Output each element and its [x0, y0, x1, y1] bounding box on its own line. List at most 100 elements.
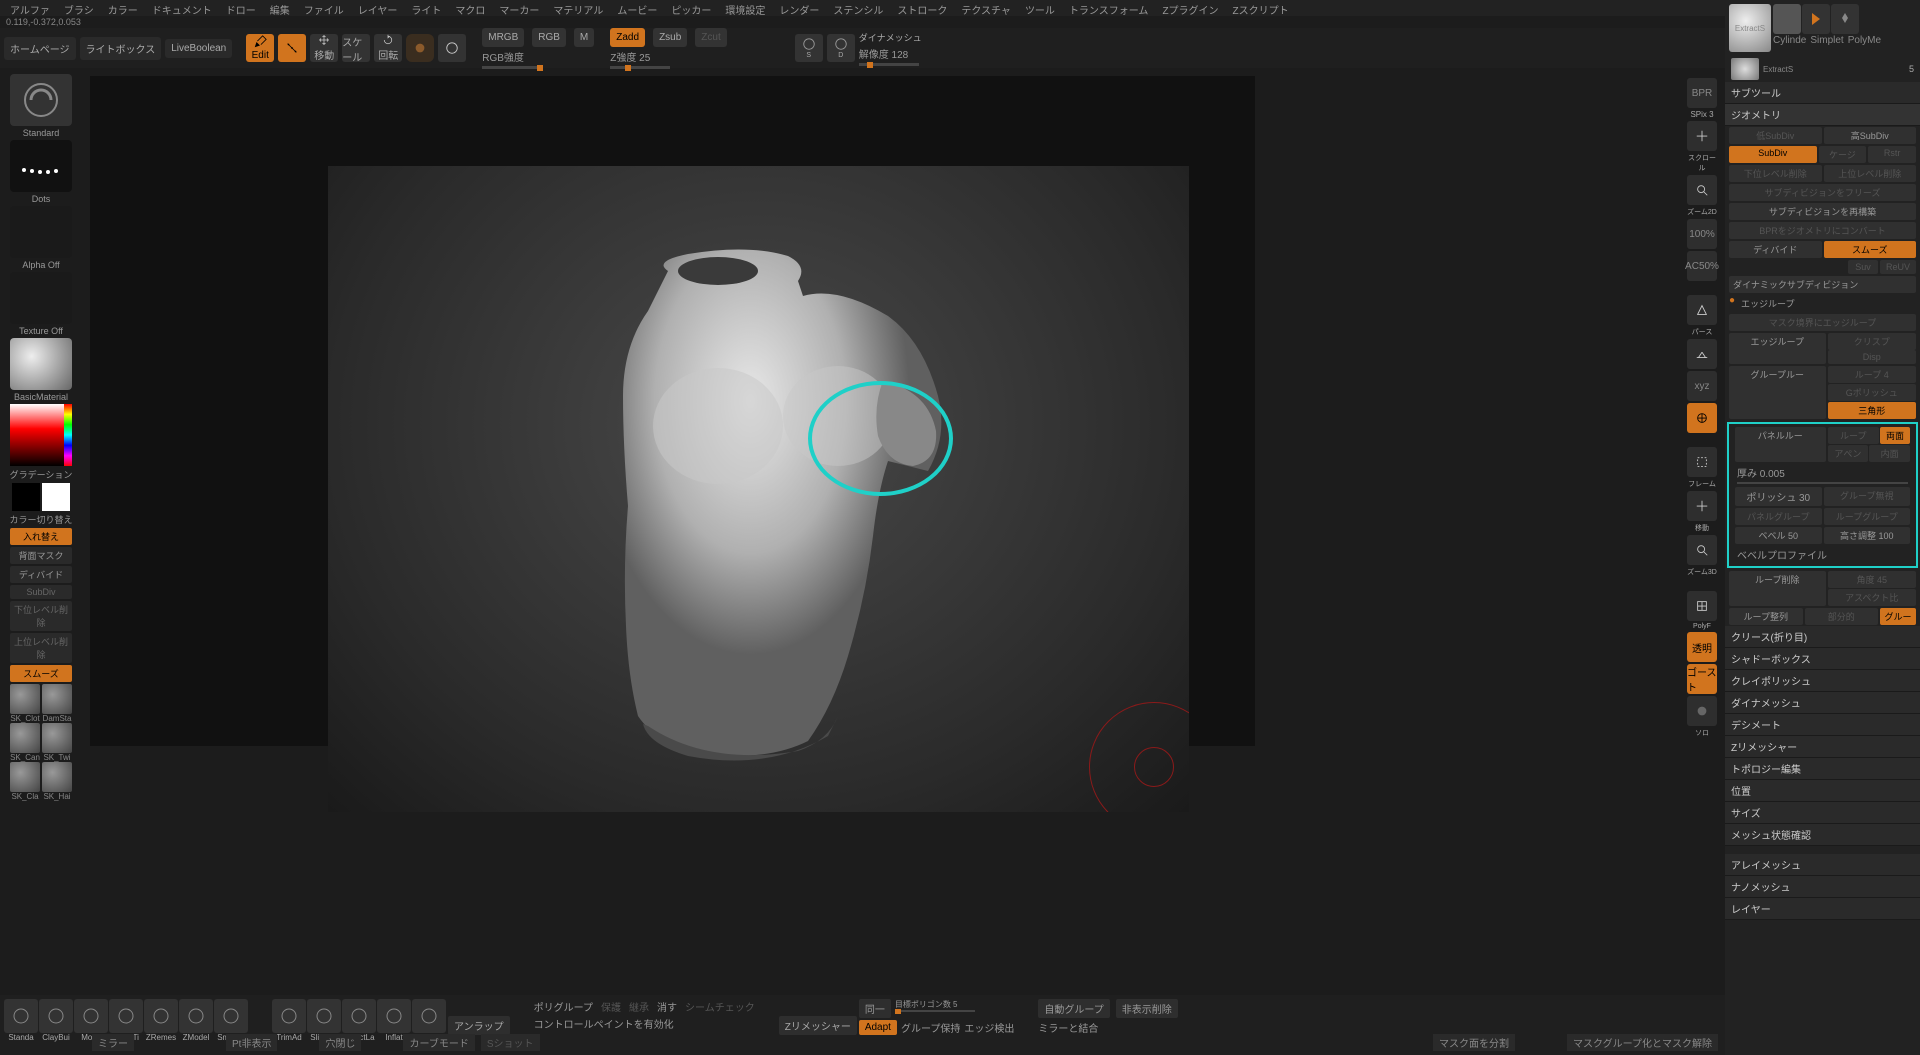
color-picker[interactable] — [10, 404, 72, 466]
rgb-button[interactable]: RGB — [532, 28, 566, 47]
menu-環境設定[interactable]: 環境設定 — [719, 2, 771, 14]
material-selector[interactable] — [10, 338, 72, 390]
position-section[interactable]: 位置 — [1725, 780, 1920, 802]
edgeloop-button[interactable]: エッジループ — [1729, 333, 1826, 364]
menu-ツール[interactable]: ツール — [1019, 2, 1061, 14]
tool-thumb-2[interactable] — [1773, 4, 1801, 34]
edgeloop-section[interactable]: エッジループ — [1737, 295, 1916, 312]
solo-button[interactable] — [1687, 696, 1717, 726]
brush-Standa[interactable] — [4, 999, 38, 1033]
bevel-slider[interactable]: ベベル 50 — [1735, 527, 1822, 544]
elevation-slider[interactable]: 高さ調整 100 — [1824, 527, 1911, 544]
menu-ファイル[interactable]: ファイル — [298, 2, 350, 14]
resolution-slider[interactable]: 解像度 128 — [859, 46, 922, 66]
tool-thumb-3[interactable] — [1802, 4, 1830, 34]
del-upper-button[interactable]: 上位レベル削除 — [10, 633, 72, 663]
size-section[interactable]: サイズ — [1725, 802, 1920, 824]
frame-button[interactable] — [1687, 447, 1717, 477]
zoom3d-button[interactable] — [1687, 535, 1717, 565]
color-swatch-white[interactable] — [42, 483, 70, 511]
divide-geo-button[interactable]: ディバイド — [1729, 241, 1822, 258]
brush-preset[interactable] — [42, 684, 72, 714]
menu-ピッカー[interactable]: ピッカー — [665, 2, 717, 14]
menu-レンダー[interactable]: レンダー — [773, 2, 825, 14]
shadowbox-section[interactable]: シャドーボックス — [1725, 648, 1920, 670]
zcut-button[interactable]: Zcut — [695, 28, 726, 47]
rotate-mode-button[interactable]: 回転 — [374, 34, 402, 62]
brush-preset[interactable] — [10, 762, 40, 792]
floor-button[interactable] — [1687, 339, 1717, 369]
move3d-button[interactable] — [1687, 491, 1717, 521]
zremesher-section[interactable]: Zリメッシャー — [1725, 736, 1920, 758]
subdiv-slider[interactable]: SubDiv — [1729, 146, 1817, 163]
gizmo-button[interactable] — [406, 34, 434, 62]
homepage-button[interactable]: ホームページ — [4, 37, 76, 60]
alpha-selector[interactable] — [10, 206, 72, 258]
tool-thumb-main[interactable]: ExtractS — [1729, 4, 1771, 52]
back-mask-button[interactable]: 背面マスク — [10, 547, 72, 564]
m-button[interactable]: M — [574, 28, 594, 47]
transp-button[interactable]: 透明 — [1687, 632, 1717, 662]
menu-アルファ[interactable]: アルファ — [4, 2, 56, 14]
menu-編集[interactable]: 編集 — [264, 2, 296, 14]
draw-mode-button[interactable] — [278, 34, 306, 62]
sculptris-button[interactable] — [438, 34, 466, 62]
decimate-section[interactable]: デシメート — [1725, 714, 1920, 736]
menu-レイヤー[interactable]: レイヤー — [352, 2, 404, 14]
dynamic-sub-section[interactable]: ダイナミックサブディビジョン — [1729, 276, 1916, 293]
thickness-slider[interactable]: 厚み 0.005 — [1731, 463, 1914, 486]
zadd-button[interactable]: Zadd — [610, 28, 645, 47]
actual-button[interactable]: 100% — [1687, 219, 1717, 249]
pers-button[interactable] — [1687, 295, 1717, 325]
del-higher-geo[interactable]: 上位レベル削除 — [1824, 165, 1917, 182]
bpr-button[interactable]: BPR — [1687, 78, 1717, 108]
menu-カラー[interactable]: カラー — [102, 2, 144, 14]
menu-ブラシ[interactable]: ブラシ — [58, 2, 100, 14]
menu-マクロ[interactable]: マクロ — [449, 2, 491, 14]
color-swatch-black[interactable] — [12, 483, 40, 511]
del-lower-geo[interactable]: 下位レベル削除 — [1729, 165, 1822, 182]
brush-SliceCu[interactable] — [307, 999, 341, 1033]
mrgb-button[interactable]: MRGB — [482, 28, 524, 47]
rgb-intensity-slider[interactable]: RGB強度 — [482, 49, 594, 69]
z-intensity-slider[interactable]: Z強度 25 — [610, 49, 726, 69]
menu-ライト[interactable]: ライト — [405, 2, 447, 14]
zoom2d-button[interactable] — [1687, 175, 1717, 205]
sculptris-d-button[interactable]: D — [827, 34, 855, 62]
brush-SelectLa[interactable] — [342, 999, 376, 1033]
array-section[interactable]: アレイメッシュ — [1725, 854, 1920, 876]
spix-slider[interactable]: SPix 3 — [1690, 110, 1713, 119]
geometry-section[interactable]: ジオメトリ — [1725, 104, 1920, 126]
brush-ZModel[interactable] — [179, 999, 213, 1033]
brush-ZRemes[interactable] — [144, 999, 178, 1033]
brush-ClayBui[interactable] — [39, 999, 73, 1033]
brush-MoveTi[interactable] — [109, 999, 143, 1033]
brush-Inflat[interactable] — [377, 999, 411, 1033]
meshcheck-section[interactable]: メッシュ状態確認 — [1725, 824, 1920, 846]
menu-Zスクリプト[interactable]: Zスクリプト — [1227, 2, 1295, 14]
stroke-selector[interactable] — [10, 140, 72, 192]
polyf-button[interactable] — [1687, 591, 1717, 621]
liveboolean-button[interactable]: LiveBoolean — [165, 39, 232, 58]
localxyz-button[interactable]: xyz — [1687, 371, 1717, 401]
del-lower-button[interactable]: 下位レベル削除 — [10, 601, 72, 631]
menu-ドキュメント[interactable]: ドキュメント — [146, 2, 218, 14]
sculptris-s-button[interactable]: S — [795, 34, 823, 62]
topology-section[interactable]: トポロジー編集 — [1725, 758, 1920, 780]
dynamesh-section[interactable]: ダイナメッシュ — [1725, 692, 1920, 714]
smooth-button[interactable]: スムーズ — [10, 665, 72, 682]
menu-ステンシル[interactable]: ステンシル — [827, 2, 889, 14]
brush-Smooth[interactable] — [214, 999, 248, 1033]
bpr-convert-button[interactable]: BPRをジオメトリにコンバート — [1729, 222, 1916, 239]
menu-ムービー[interactable]: ムービー — [611, 2, 663, 14]
claypolish-section[interactable]: クレイポリッシュ — [1725, 670, 1920, 692]
brush-preset[interactable] — [42, 723, 72, 753]
menu-Zプラグイン[interactable]: Zプラグイン — [1156, 2, 1224, 14]
bevel-profile[interactable]: ベベルプロファイル — [1731, 545, 1914, 564]
half-button[interactable]: AC50% — [1687, 251, 1717, 281]
canvas[interactable] — [328, 166, 1189, 812]
menu-マテリアル[interactable]: マテリアル — [547, 2, 609, 14]
ghost-button[interactable]: ゴースト — [1687, 664, 1717, 694]
menu-テクスチャ[interactable]: テクスチャ — [955, 2, 1017, 14]
grouploop-button[interactable]: グループルー — [1729, 366, 1826, 419]
